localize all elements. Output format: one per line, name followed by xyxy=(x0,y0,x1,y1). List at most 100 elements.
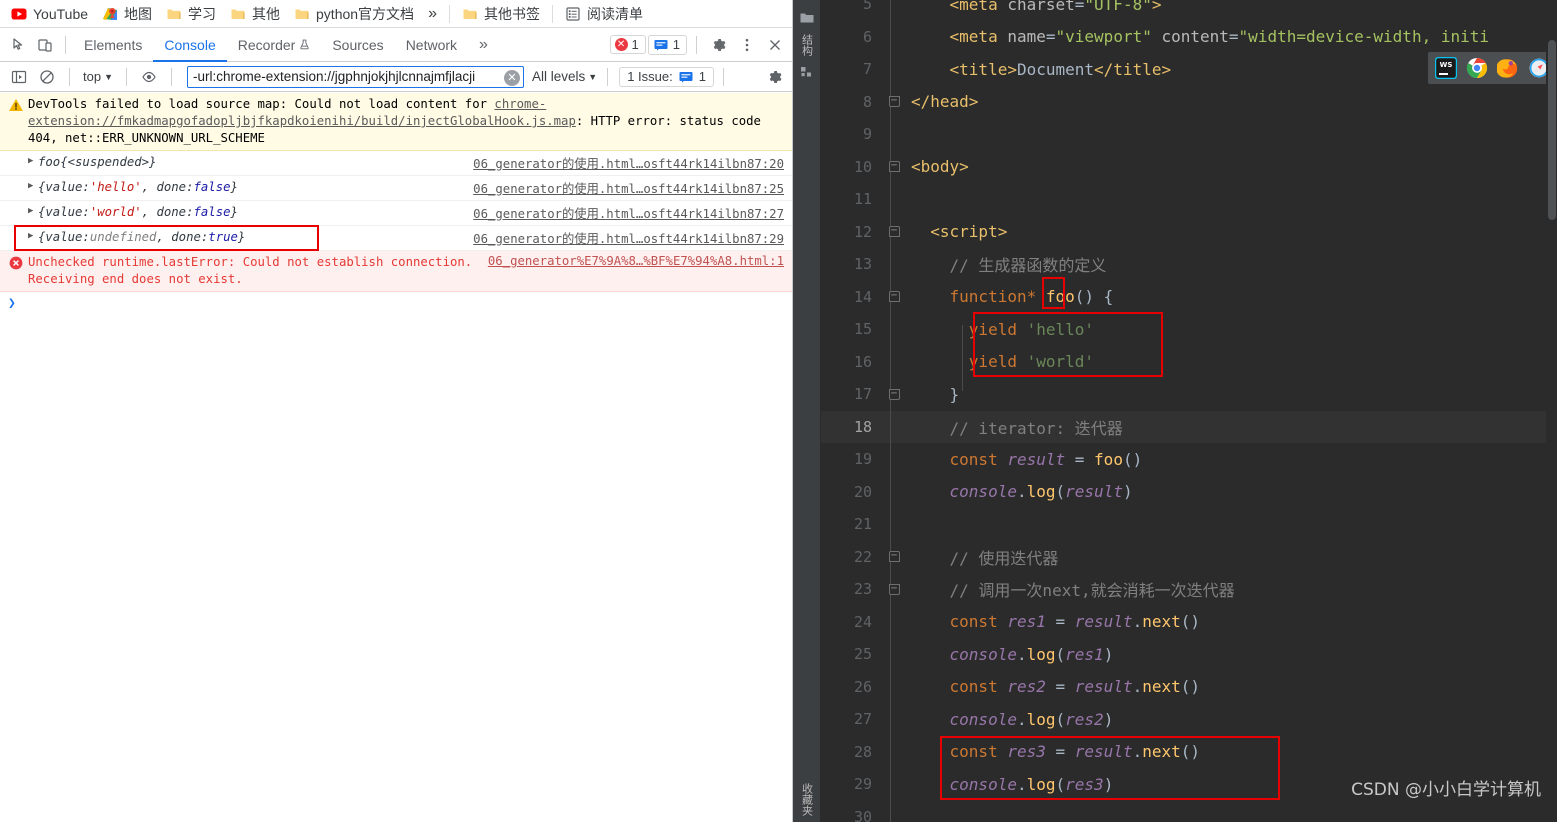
console-message[interactable]: DevTools failed to load source map: Coul… xyxy=(0,93,792,151)
tab-console[interactable]: Console xyxy=(153,28,226,62)
code-editor[interactable]: 5 <meta charset="UTF-8"> 6 <meta name="vi… xyxy=(821,0,1557,822)
tab-sources[interactable]: Sources xyxy=(321,28,394,62)
console-message-list[interactable]: DevTools failed to load source map: Coul… xyxy=(0,93,792,822)
fold-close-icon[interactable]: ─ xyxy=(888,388,900,400)
browser-launcher-popup[interactable]: WS xyxy=(1428,52,1557,84)
line-number[interactable]: 8 xyxy=(821,93,881,111)
console-source-link[interactable]: 06_generator的使用.html…osft44rk14ilbn87:20 xyxy=(473,154,784,172)
bookmark-item[interactable]: 其他 xyxy=(223,2,287,26)
code-line[interactable]: 8 ─ </head> xyxy=(821,86,1557,119)
bookmark-reading-list[interactable]: 阅读清单 xyxy=(558,2,650,26)
code-line[interactable]: 5 <meta charset="UTF-8"> xyxy=(821,0,1557,21)
code-line[interactable]: 25 console.log(res1) xyxy=(821,638,1557,671)
kebab-menu-icon[interactable] xyxy=(734,32,760,58)
line-number[interactable]: 17 xyxy=(821,385,881,403)
code-line[interactable]: 9 xyxy=(821,118,1557,151)
fold-open-icon[interactable]: ─ xyxy=(888,161,900,173)
line-number[interactable]: 30 xyxy=(821,808,881,822)
code-line[interactable]: 24 const res1 = result.next() xyxy=(821,606,1557,639)
line-number[interactable]: 29 xyxy=(821,775,881,793)
issues-badge[interactable]: 1 Issue: 1 xyxy=(619,66,714,87)
expand-triangle-icon[interactable]: ▶ xyxy=(28,178,38,195)
tab-overflow[interactable]: » xyxy=(468,28,499,62)
bookmark-item[interactable]: python官方文档 xyxy=(287,2,421,26)
webstorm-icon[interactable]: WS xyxy=(1435,57,1457,79)
message-count-badge[interactable]: 1 xyxy=(647,34,687,55)
clear-input-icon[interactable]: ✕ xyxy=(504,69,520,86)
console-source-link[interactable]: 06_generator的使用.html…osft44rk14ilbn87:25 xyxy=(473,179,784,197)
line-number[interactable]: 20 xyxy=(821,483,881,501)
code-line[interactable]: 23 ─ // 调用一次next,就会消耗一次迭代器 xyxy=(821,573,1557,606)
line-number[interactable]: 11 xyxy=(821,190,881,208)
bookmark-other-bookmarks[interactable]: 其他书签 xyxy=(455,2,547,26)
line-number[interactable]: 12 xyxy=(821,223,881,241)
fold-close-icon[interactable]: ─ xyxy=(888,583,900,595)
line-number[interactable]: 7 xyxy=(821,60,881,78)
console-source-link[interactable]: 06_generator%E7%9A%8…%BF%E7%94%A8.html:1 xyxy=(488,254,784,268)
code-line[interactable]: 16 yield 'world' xyxy=(821,346,1557,379)
console-message[interactable]: ▶ {value: undefined, done: true} 06_genera… xyxy=(0,226,792,251)
line-number[interactable]: 13 xyxy=(821,255,881,273)
favorites-tool-label[interactable]: 收藏夹 xyxy=(799,783,815,816)
tab-network[interactable]: Network xyxy=(395,28,468,62)
tab-elements[interactable]: Elements xyxy=(73,28,153,62)
code-line[interactable]: 13 // 生成器函数的定义 xyxy=(821,248,1557,281)
line-number[interactable]: 14 xyxy=(821,288,881,306)
bookmark-item[interactable]: 地图 xyxy=(95,2,159,26)
code-line[interactable]: 10 ─ <body> xyxy=(821,151,1557,184)
line-number[interactable]: 18 xyxy=(821,418,881,436)
console-message[interactable]: Unchecked runtime.lastError: Could not e… xyxy=(0,251,792,292)
bookmark-item[interactable]: 学习 xyxy=(159,2,223,26)
line-number[interactable]: 9 xyxy=(821,125,881,143)
gear-icon[interactable] xyxy=(762,64,788,90)
line-number[interactable]: 5 xyxy=(821,0,881,13)
fold-open-icon[interactable]: ─ xyxy=(888,291,900,303)
code-line[interactable]: 22 ─ // 使用迭代器 xyxy=(821,541,1557,574)
line-number[interactable]: 27 xyxy=(821,710,881,728)
expand-triangle-icon[interactable]: ▶ xyxy=(28,228,38,245)
chrome-icon[interactable] xyxy=(1466,57,1488,79)
fold-close-icon[interactable]: ─ xyxy=(888,96,900,108)
fold-open-icon[interactable]: ─ xyxy=(888,551,900,563)
line-number[interactable]: 16 xyxy=(821,353,881,371)
line-number[interactable]: 19 xyxy=(821,450,881,468)
structure-tool-label[interactable]: 结构 xyxy=(799,34,815,56)
line-number[interactable]: 26 xyxy=(821,678,881,696)
code-line[interactable]: 6 <meta name="viewport" content="width=d… xyxy=(821,21,1557,54)
execution-context-select[interactable]: top ▼ xyxy=(79,67,117,86)
line-number[interactable]: 15 xyxy=(821,320,881,338)
code-line[interactable]: 27 console.log(res2) xyxy=(821,703,1557,736)
console-filter-input[interactable] xyxy=(188,66,523,87)
code-line[interactable]: 11 xyxy=(821,183,1557,216)
fold-open-icon[interactable]: ─ xyxy=(888,226,900,238)
console-source-link[interactable]: 06_generator的使用.html…osft44rk14ilbn87:27 xyxy=(473,204,784,222)
line-number[interactable]: 28 xyxy=(821,743,881,761)
line-number[interactable]: 25 xyxy=(821,645,881,663)
console-sidebar-icon[interactable] xyxy=(6,64,32,90)
code-line[interactable]: 21 xyxy=(821,508,1557,541)
clear-console-icon[interactable] xyxy=(34,64,60,90)
line-number[interactable]: 10 xyxy=(821,158,881,176)
project-folder-icon[interactable] xyxy=(799,10,815,26)
editor-scrollbar-thumb[interactable] xyxy=(1548,40,1556,220)
code-line[interactable]: 28 const res3 = result.next() xyxy=(821,736,1557,769)
error-count-badge[interactable]: ✕ 1 xyxy=(609,35,646,54)
tab-recorder[interactable]: Recorder xyxy=(227,28,322,62)
code-line[interactable]: 15 yield 'hello' xyxy=(821,313,1557,346)
console-prompt[interactable]: ❯ xyxy=(0,292,792,315)
inspect-element-icon[interactable] xyxy=(6,32,32,58)
close-icon[interactable] xyxy=(762,32,788,58)
code-line[interactable]: 17 ─ } xyxy=(821,378,1557,411)
device-toolbar-icon[interactable] xyxy=(32,32,58,58)
code-line[interactable]: 30 xyxy=(821,801,1557,822)
console-message[interactable]: ▶ foo {<suspended>} 06_generator的使用.html…o… xyxy=(0,151,792,176)
code-line[interactable]: 14 ─ function* foo() { xyxy=(821,281,1557,314)
expand-triangle-icon[interactable]: ▶ xyxy=(28,153,38,170)
bookmark-overflow[interactable]: » xyxy=(421,3,444,25)
code-line[interactable]: 18 // iterator: 迭代器 xyxy=(821,410,1557,443)
console-message[interactable]: ▶ {value: 'world', done: false} 06_generat… xyxy=(0,201,792,226)
editor-scrollbar[interactable] xyxy=(1546,0,1557,822)
code-line[interactable]: 19 const result = foo() xyxy=(821,443,1557,476)
console-message[interactable]: ▶ {value: 'hello', done: false} 06_generat… xyxy=(0,176,792,201)
console-source-link[interactable]: 06_generator的使用.html…osft44rk14ilbn87:29 xyxy=(473,229,784,247)
